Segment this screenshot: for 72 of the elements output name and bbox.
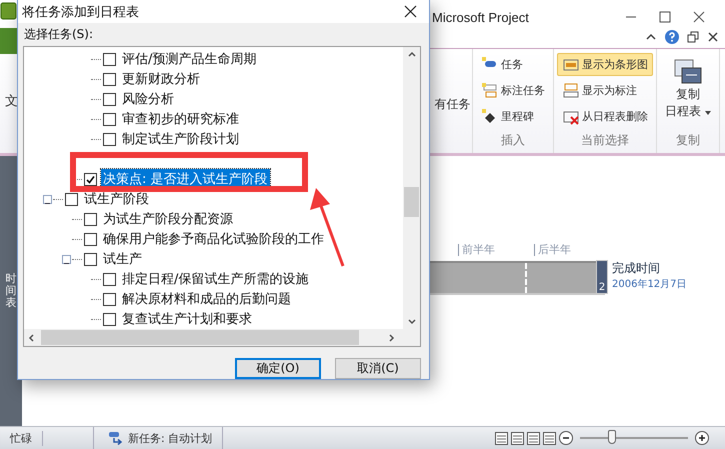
ribbon-button[interactable]: 显示为条形图 [557,53,653,76]
new-task-mode[interactable]: 新任务: 自动计划 [93,427,224,449]
task-item[interactable]: 试生产 [101,249,144,269]
callout-icon [481,82,498,99]
callout-icon [562,82,579,99]
ribbon-button[interactable]: 任务 [476,53,550,76]
scroll-thumb[interactable] [404,187,419,217]
task-checkbox[interactable] [84,232,97,246]
milestone-icon [481,108,498,125]
close-icon[interactable] [707,30,719,44]
close-button[interactable] [404,5,417,18]
scroll-thumb[interactable] [41,330,359,345]
zoom-out-button[interactable] [559,431,573,445]
task-checkbox[interactable] [103,52,116,66]
task-arrow-icon [108,430,124,446]
file-tab[interactable]: 文 [5,92,18,110]
task-checkbox[interactable] [65,192,78,206]
ribbon-button[interactable]: 里程碑 [476,105,550,128]
finish-date: 2006年12月7日 [612,278,687,291]
task-checkbox[interactable] [103,312,116,326]
task-item[interactable]: 确保用户能参予商品化试验阶段的工作 [101,229,326,249]
plus-icon [698,434,706,442]
zoom-slider-thumb[interactable] [608,430,616,444]
status-mode: 忙碌 [0,430,43,446]
task-item[interactable]: 排定日程/保留试生产所需的设施 [120,269,310,289]
period-label: 前半年 [458,244,495,256]
task-checkbox[interactable] [103,92,116,106]
date-marker: 2 [596,260,608,294]
ribbon-button[interactable]: 从日程表删除 [557,105,653,128]
add-tasks-button[interactable]: 有任务 [433,49,473,153]
list-label: 选择任务(S): [23,26,94,43]
task-item[interactable]: 制定试生产阶段计划 [120,129,241,149]
task-checkbox[interactable] [103,292,116,306]
dialog-title: 将任务添加到日程表 [22,4,139,20]
task-checkbox[interactable] [103,272,116,286]
task-checkbox[interactable] [84,172,97,186]
task-checkbox[interactable] [103,132,116,146]
zoom-in-button[interactable] [695,431,709,445]
task-item[interactable]: 更新财政分析 [120,69,202,89]
finish-label: 完成时间 [612,260,661,277]
task-item[interactable]: 审查初步的研究标准 [120,109,241,129]
ribbon-button[interactable]: 显示为标注 [557,79,653,102]
task-checkbox[interactable] [84,252,97,266]
task-checkbox[interactable] [84,212,97,226]
task-item[interactable]: 试生产阶段 [82,189,151,209]
task-item[interactable]: 复查试生产计划和要求 [120,309,254,329]
dialog-button[interactable]: 确定(O) [235,358,321,379]
window-title: Microsoft Project [432,10,529,24]
ribbon-button[interactable]: 标注任务 [476,79,550,102]
horizontal-scrollbar[interactable] [24,329,403,346]
vertical-scrollbar[interactable] [403,47,420,329]
task-checkbox[interactable] [103,72,116,86]
task-checkbox[interactable] [103,112,116,126]
task-item[interactable]: 风险分析 [120,89,176,109]
task-item[interactable]: 解决原材料和成品的后勤问题 [120,289,293,309]
task-item[interactable]: 为试生产阶段分配资源 [101,209,235,229]
close-icon[interactable] [693,11,705,23]
group-label: 当前选择 [580,132,630,149]
help-icon[interactable] [665,30,679,44]
restore-icon[interactable] [687,30,699,44]
group-label: 复制 [674,132,701,149]
collapse-toggle-icon[interactable] [43,194,52,204]
maximize-icon[interactable] [659,11,671,23]
ribbon-tab-strip [0,28,17,54]
collapse-toggle-icon[interactable] [62,254,71,264]
copy-timeline-button[interactable]: 复制 日程表 [660,53,716,123]
group-label: 插入 [500,132,526,149]
dialog-button[interactable]: 取消(C) [335,358,421,379]
period-label: 后半年 [534,244,571,256]
app-logo-icon [0,2,17,20]
caret-down-icon [704,111,711,115]
task-item[interactable]: 评估/预测产品生命周期 [120,49,258,69]
